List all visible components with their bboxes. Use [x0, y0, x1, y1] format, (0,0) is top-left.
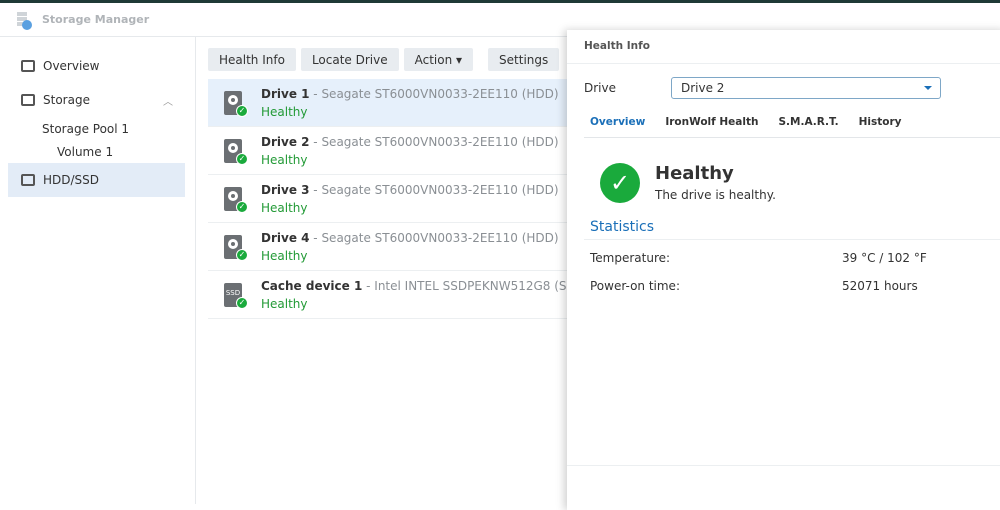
tab-ironwolf-health[interactable]: IronWolf Health — [665, 116, 758, 128]
storage-icon — [21, 94, 35, 106]
drive-status: Healthy — [261, 249, 308, 263]
health-description: The drive is healthy. — [655, 188, 776, 202]
drive-row[interactable]: ✓ Drive 3 - Seagate ST6000VN0033-2EE110 (… — [208, 175, 570, 223]
ssd-icon: SSD ✓ — [224, 283, 248, 309]
drive-name: Cache device 1 — [261, 279, 363, 293]
hdd-icon: ✓ — [224, 187, 248, 213]
healthy-check-icon: ✓ — [600, 163, 640, 203]
overview-icon — [21, 60, 35, 72]
check-icon: ✓ — [236, 105, 248, 117]
tab-smart[interactable]: S.M.A.R.T. — [778, 116, 838, 128]
sidebar-item-overview[interactable]: Overview — [8, 49, 185, 83]
power-on-time-value: 52071 hours — [842, 279, 918, 293]
drive-row[interactable]: ✓ Drive 2 - Seagate ST6000VN0033-2EE110 (… — [208, 127, 570, 175]
caret-down-icon — [924, 86, 932, 90]
hdd-icon — [21, 174, 35, 186]
drive-model: - Seagate ST6000VN0033-2EE110 (HDD) — [309, 135, 559, 149]
drive-label: Drive — [584, 81, 616, 95]
drive-name: Drive 1 — [261, 87, 310, 101]
drive-model: - Seagate ST6000VN0033-2EE110 (HDD) — [309, 231, 559, 245]
sidebar-item-hdd-ssd[interactable]: HDD/SSD — [8, 163, 185, 197]
drive-status: Healthy — [261, 201, 308, 215]
drive-select-value: Drive 2 — [681, 81, 725, 95]
hdd-icon: ✓ — [224, 139, 248, 165]
drive-status: Healthy — [261, 153, 308, 167]
drive-status: Healthy — [261, 105, 308, 119]
sidebar-item-label: Storage — [43, 93, 90, 107]
drive-model: - Seagate ST6000VN0033-2EE110 (HDD) — [309, 87, 559, 101]
toolbar: Health Info Locate Drive Action ▾ Settin… — [208, 48, 560, 71]
drive-model: - Intel INTEL SSDPEKNW512G8 (SSD) — [362, 279, 589, 293]
sidebar-item-label: Overview — [43, 59, 100, 73]
health-info-button[interactable]: Health Info — [208, 48, 296, 71]
tabs: Overview IronWolf Health S.M.A.R.T. Hist… — [590, 116, 901, 128]
tab-history[interactable]: History — [859, 116, 902, 128]
action-button[interactable]: Action ▾ — [403, 48, 474, 71]
storage-manager-icon — [17, 12, 32, 30]
check-icon: ✓ — [236, 201, 248, 213]
drive-row[interactable]: ✓ Drive 1 - Seagate ST6000VN0033-2EE110 (… — [208, 79, 570, 127]
drive-name: Drive 3 — [261, 183, 310, 197]
panel-title: Health Info — [584, 40, 650, 52]
sidebar-item-label: Volume 1 — [57, 145, 114, 159]
hdd-icon: ✓ — [224, 91, 248, 117]
drive-name: Drive 4 — [261, 231, 310, 245]
hdd-icon: ✓ — [224, 235, 248, 261]
ssd-icon-label: SSD — [225, 289, 241, 297]
settings-button[interactable]: Settings — [488, 48, 560, 71]
drive-model: - Seagate ST6000VN0033-2EE110 (HDD) — [309, 183, 559, 197]
chevron-up-icon[interactable]: ︿ — [163, 93, 173, 108]
power-on-time-label: Power-on time: — [590, 279, 680, 293]
health-title: Healthy — [655, 163, 734, 184]
app-title: Storage Manager — [42, 13, 150, 26]
tab-overview[interactable]: Overview — [590, 116, 645, 128]
temperature-value: 39 °C / 102 °F — [842, 251, 927, 265]
locate-drive-button[interactable]: Locate Drive — [300, 48, 399, 71]
drive-list: ✓ Drive 1 - Seagate ST6000VN0033-2EE110 (… — [208, 79, 588, 319]
check-icon: ✓ — [236, 249, 248, 261]
check-icon: ✓ — [236, 297, 248, 309]
check-icon: ✓ — [236, 153, 248, 165]
drive-status: Healthy — [261, 297, 308, 311]
drive-select[interactable]: Drive 2 — [671, 77, 941, 99]
sidebar-item-label: HDD/SSD — [43, 173, 100, 187]
sidebar: Overview Storage ︿ Storage Pool 1 Volume … — [0, 37, 196, 504]
health-info-panel: Health Info Drive Drive 2 Overview IronW… — [567, 30, 1000, 510]
sidebar-item-label: Storage Pool 1 — [42, 122, 130, 136]
drive-name: Drive 2 — [261, 135, 310, 149]
statistics-heading: Statistics — [590, 219, 654, 235]
drive-row[interactable]: ✓ Drive 4 - Seagate ST6000VN0033-2EE110 (… — [208, 223, 570, 271]
temperature-label: Temperature: — [590, 251, 671, 265]
drive-row[interactable]: SSD ✓ Cache device 1 - Intel INTEL SSDPEKN… — [208, 271, 588, 319]
